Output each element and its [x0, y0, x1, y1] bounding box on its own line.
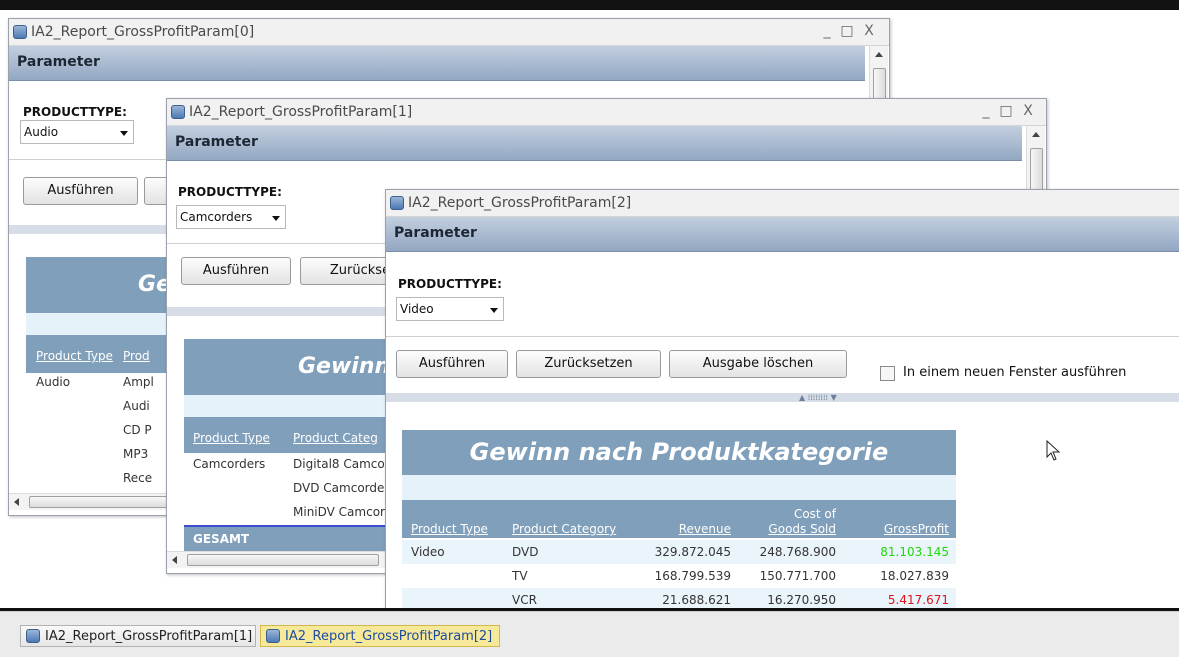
screen-top-edge	[0, 0, 1179, 10]
cell-product-type: Video	[411, 545, 445, 559]
run-button[interactable]: Ausführen	[23, 177, 138, 205]
clear-output-button[interactable]: Ausgabe löschen	[669, 350, 847, 378]
cell-revenue: 21.688.621	[662, 593, 731, 607]
producttype-label: PRODUCTTYPE:	[23, 105, 127, 119]
column-header-cogs-line1: Cost of	[793, 507, 836, 521]
parameter-header: Parameter	[9, 46, 865, 81]
cell-product-category: Ampl	[123, 375, 154, 389]
app-icon	[13, 25, 27, 39]
cell-revenue: 168.799.539	[654, 569, 731, 583]
scroll-up-icon[interactable]	[1032, 132, 1040, 137]
cell-product-category: DVD	[512, 545, 539, 559]
parameter-header: Parameter	[386, 217, 1179, 252]
taskbar-tab-window-1[interactable]: IA2_Report_GrossProfitParam[1]	[20, 625, 256, 647]
cell-product-category: MP3	[123, 447, 149, 461]
cell-product-category: VCR	[512, 593, 537, 607]
producttype-label: PRODUCTTYPE:	[398, 277, 502, 291]
cell-cogs: 150.771.700	[759, 569, 836, 583]
cell-cogs: 16.270.950	[767, 593, 836, 607]
window-title: IA2_Report_GrossProfitParam[2]	[408, 195, 632, 211]
horizontal-scrollbar[interactable]	[167, 551, 387, 568]
cell-product-type: Camcorders	[193, 457, 266, 471]
column-header-revenue[interactable]: Revenue	[646, 522, 731, 536]
parameter-header-label: Parameter	[175, 134, 258, 150]
cell-grossprofit: 81.103.145	[880, 545, 949, 559]
app-icon	[266, 629, 280, 643]
scroll-left-icon[interactable]	[14, 498, 19, 506]
maximize-icon[interactable]: □	[840, 23, 854, 39]
report-band	[402, 475, 956, 500]
close-icon[interactable]: X	[862, 23, 876, 39]
scroll-left-icon[interactable]	[172, 556, 177, 564]
scrollbar-thumb[interactable]	[187, 554, 379, 566]
cell-product-category: Digital8 Camco	[293, 457, 385, 471]
maximize-icon[interactable]: □	[999, 103, 1013, 119]
taskbar-tab-label: IA2_Report_GrossProfitParam[2]	[285, 629, 493, 644]
mouse-pointer-icon	[1046, 440, 1061, 461]
column-header-cogs[interactable]: Goods Sold	[741, 522, 836, 536]
run-button[interactable]: Ausführen	[181, 257, 291, 285]
cell-product-category: Audi	[123, 399, 150, 413]
cell-revenue: 329.872.045	[654, 545, 731, 559]
chevron-down-icon	[490, 308, 498, 313]
producttype-select[interactable]: Audio	[20, 120, 134, 144]
app-icon	[390, 196, 404, 210]
parameter-header-label: Parameter	[394, 225, 477, 241]
column-header-product-type[interactable]: Product Type	[193, 431, 270, 445]
chevron-down-icon	[272, 216, 280, 221]
producttype-value: Camcorders	[180, 210, 253, 224]
producttype-label: PRODUCTTYPE:	[178, 185, 282, 199]
column-header-product-type[interactable]: Product Type	[36, 349, 113, 363]
total-label: GESAMT	[193, 532, 250, 546]
cell-grossprofit: 18.027.839	[880, 569, 949, 583]
parameter-header-label: Parameter	[17, 54, 100, 70]
cell-product-category: MiniDV Camcor	[293, 505, 385, 519]
splitter-grip-icon[interactable]: ▲ ⁞⁞⁞⁞⁞⁞⁞⁞ ▼	[799, 393, 899, 402]
producttype-value: Video	[400, 302, 434, 316]
column-header-product-type[interactable]: Product Type	[411, 522, 488, 536]
column-header-product-category[interactable]: Prod	[123, 349, 150, 363]
cell-product-category: Rece	[123, 471, 153, 485]
panel-splitter[interactable]: ▲ ⁞⁞⁞⁞⁞⁞⁞⁞ ▼	[386, 393, 1179, 402]
app-icon	[171, 105, 185, 119]
divider	[386, 336, 1179, 337]
taskbar-tab-label: IA2_Report_GrossProfitParam[1]	[45, 629, 253, 644]
window-titlebar[interactable]: IA2_Report_GrossProfitParam[1] _ □ X	[167, 99, 1046, 126]
taskbar-tab-window-2[interactable]: IA2_Report_GrossProfitParam[2]	[260, 625, 500, 647]
minimize-icon[interactable]: _	[979, 103, 993, 119]
minimize-icon[interactable]: _	[820, 23, 834, 39]
cell-cogs: 248.768.900	[759, 545, 836, 559]
cell-grossprofit: 5.417.671	[887, 593, 949, 607]
reset-button[interactable]: Zurücksetzen	[516, 350, 661, 378]
app-icon	[26, 629, 40, 643]
cell-product-category: CD P	[123, 423, 152, 437]
report-window-2[interactable]: IA2_Report_GrossProfitParam[2] Parameter…	[385, 189, 1179, 613]
producttype-value: Audio	[24, 125, 59, 139]
producttype-select[interactable]: Camcorders	[176, 205, 286, 229]
new-window-checkbox[interactable]	[880, 366, 895, 381]
window-titlebar[interactable]: IA2_Report_GrossProfitParam[0] _ □ X	[9, 19, 889, 46]
close-icon[interactable]: X	[1021, 103, 1035, 119]
parameter-header: Parameter	[167, 126, 1022, 161]
window-title: IA2_Report_GrossProfitParam[0]	[31, 24, 255, 40]
new-window-label: In einem neuen Fenster ausführen	[903, 365, 1127, 380]
window-titlebar[interactable]: IA2_Report_GrossProfitParam[2]	[386, 190, 1179, 217]
scroll-up-icon[interactable]	[875, 52, 883, 57]
column-header-product-category[interactable]: Product Categ	[293, 431, 378, 445]
cell-product-category: TV	[512, 569, 528, 583]
run-button[interactable]: Ausführen	[396, 350, 508, 378]
window-title: IA2_Report_GrossProfitParam[1]	[189, 104, 413, 120]
producttype-select[interactable]: Video	[396, 297, 504, 321]
report-title: Gewinn nach Produktkategorie	[402, 430, 956, 475]
cell-product-type: Audio	[36, 375, 71, 389]
column-header-product-category[interactable]: Product Category	[512, 522, 616, 536]
chevron-down-icon	[120, 131, 128, 136]
column-header-grossprofit[interactable]: GrossProfit	[851, 522, 949, 536]
cell-product-category: DVD Camcorde	[293, 481, 385, 495]
